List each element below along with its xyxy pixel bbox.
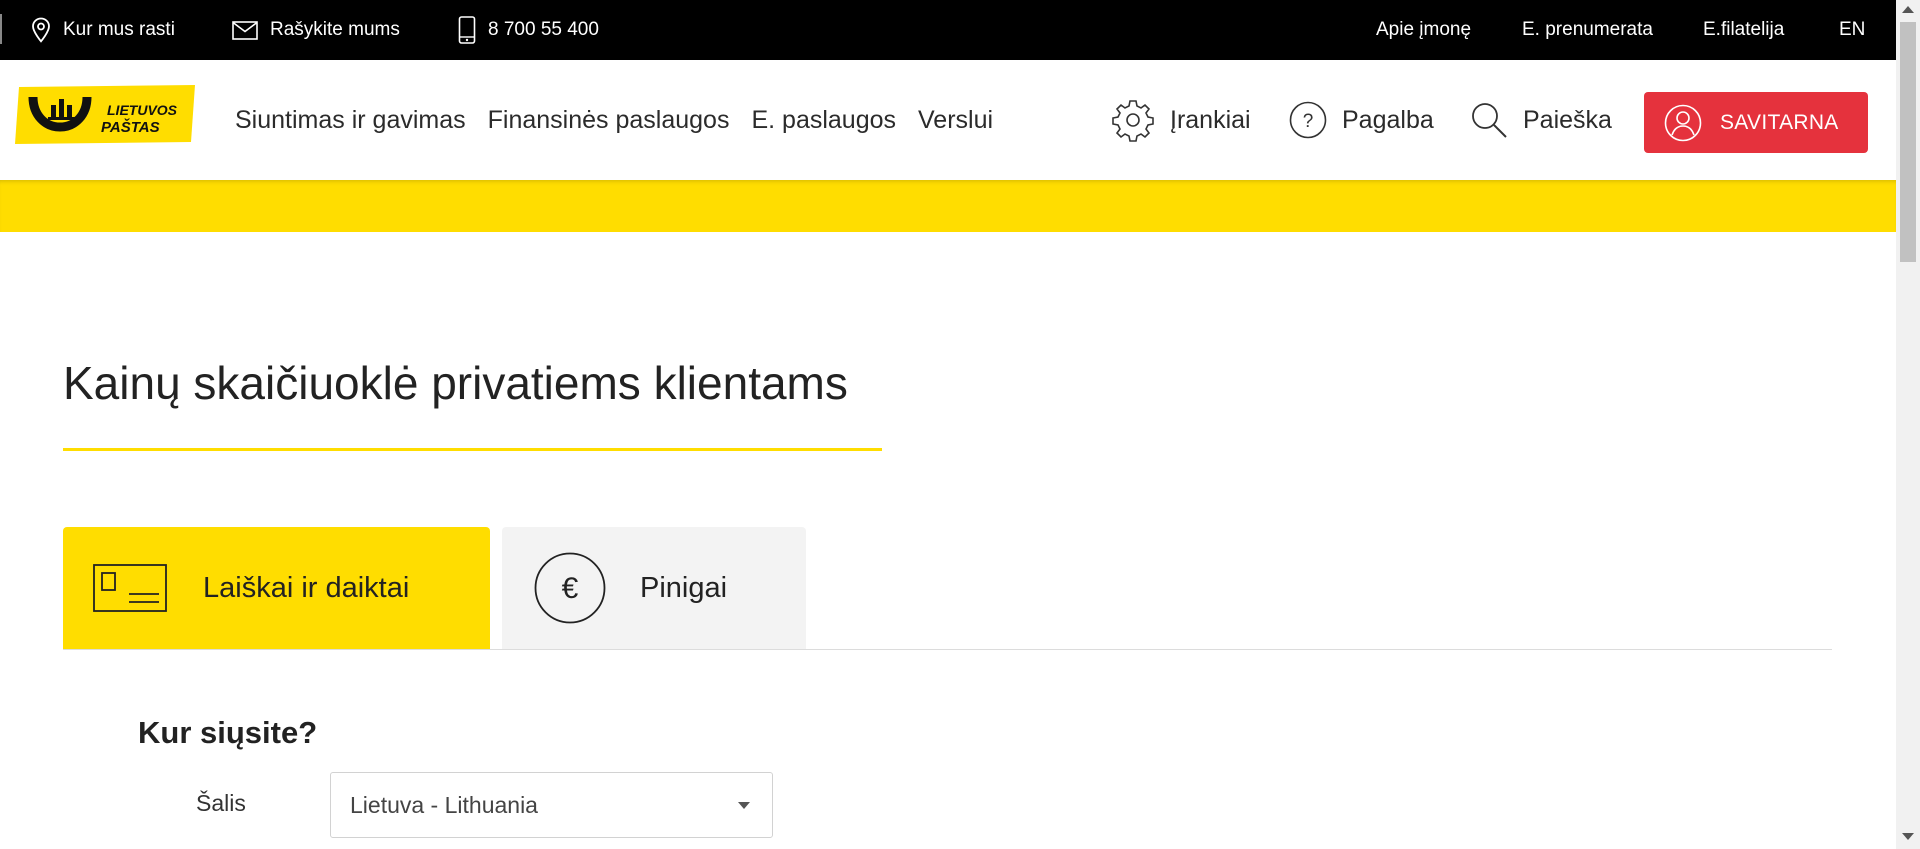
gear-icon [1111,98,1155,142]
nav-financial-services[interactable]: Finansinės paslaugos [488,106,730,135]
tab-money-label: Pinigai [640,571,728,604]
envelope-icon [232,20,258,40]
self-service-label: SAVITARNA [1720,110,1839,134]
tabs-divider [63,649,1832,650]
tab-money[interactable]: € Pinigai [502,527,806,649]
destination-section-title: Kur siųsite? [138,715,318,750]
main-navigation: Siuntimas ir gavimas Finansinės paslaugo… [235,60,1015,180]
yellow-banner-strip [0,180,1896,232]
self-service-button[interactable]: SAVITARNA [1644,92,1868,153]
country-field-label: Šalis [196,790,246,816]
about-company-link[interactable]: Apie įmonę [1376,0,1471,60]
nav-e-services[interactable]: E. paslaugos [751,106,896,135]
phone-icon [458,16,476,44]
find-us-label: Kur mus rasti [63,19,175,40]
title-underline [63,448,882,451]
svg-text:LIETUVOS: LIETUVOS [107,102,178,118]
scroll-down-arrow-icon[interactable] [1902,833,1914,840]
tools-link[interactable]: Įrankiai [1111,60,1251,180]
phone-link[interactable]: 8 700 55 400 [458,0,599,60]
find-us-link[interactable]: Kur mus rasti [31,0,175,60]
svg-text:PAŠTAS: PAŠTAS [101,118,160,136]
e-philately-link[interactable]: E.filatelija [1703,0,1784,60]
dropdown-caret-icon [738,802,750,809]
country-select[interactable]: Lietuva - Lithuania [330,772,773,838]
main-header: LIETUVOS PAŠTAS Siuntimas ir gavimas Fin… [0,60,1896,180]
country-select-value: Lietuva - Lithuania [350,791,538,818]
svg-text:?: ? [1303,111,1314,132]
user-icon [1664,104,1702,142]
search-label: Paieška [1523,105,1612,134]
lietuvos-pastas-logo[interactable]: LIETUVOS PAŠTAS [15,85,195,144]
e-subscription-link[interactable]: E. prenumerata [1522,0,1653,60]
letter-card-icon [93,564,167,612]
svg-text:€: € [562,572,579,605]
topbar-edge-divider [0,14,2,44]
help-link[interactable]: ? Pagalba [1289,60,1434,180]
language-switch-en[interactable]: EN [1839,0,1865,60]
euro-icon: € [534,552,606,624]
write-us-label: Rašykite mums [270,19,400,40]
location-pin-icon [31,17,51,43]
tools-label: Įrankiai [1170,105,1251,134]
page-title: Kainų skaičiuoklė privatiems klientams [63,357,848,409]
nav-sending-receiving[interactable]: Siuntimas ir gavimas [235,106,466,135]
scroll-up-arrow-icon[interactable] [1902,6,1914,13]
top-utility-bar: Kur mus rasti Rašykite mums 8 700 55 400… [0,0,1896,60]
help-label: Pagalba [1342,105,1434,134]
search-link[interactable]: Paieška [1470,60,1612,180]
tab-letters-label: Laiškai ir daiktai [203,571,410,604]
help-icon: ? [1289,101,1327,139]
nav-business[interactable]: Verslui [918,106,993,135]
tab-letters-and-parcels[interactable]: Laiškai ir daiktai [63,527,490,649]
phone-number: 8 700 55 400 [488,19,599,40]
scrollbar-thumb[interactable] [1900,22,1916,262]
page-scrollbar[interactable] [1896,0,1920,849]
write-us-link[interactable]: Rašykite mums [232,0,400,60]
search-icon [1470,101,1508,139]
